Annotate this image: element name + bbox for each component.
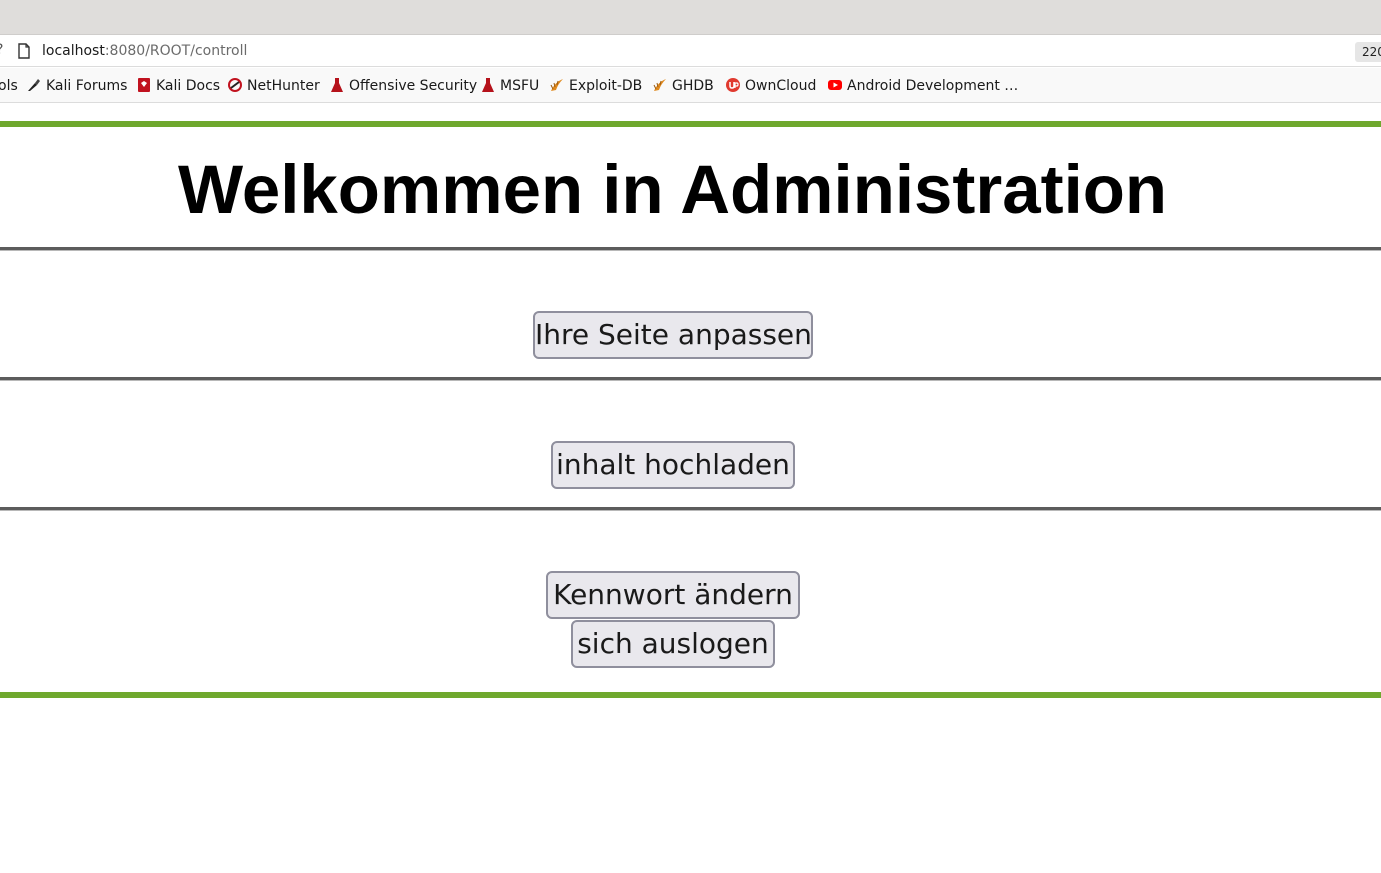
top-accent-line [0,121,1381,127]
bookmark-label: OwnCloud [745,78,817,94]
bookmark-label: Kali Forums [46,78,128,94]
youtube-icon [828,80,842,90]
page-icon[interactable] [17,43,31,59]
zoom-indicator[interactable]: 220 [1355,42,1381,62]
change-password-button[interactable]: Kennwort ändern [546,571,800,619]
nethunter-icon [228,78,242,92]
bookmark-exploit-db[interactable]: Exploit-DB [550,77,642,95]
msfu-icon [482,78,494,92]
browser-tab-strip [0,0,1381,35]
bottom-accent-line [0,692,1381,698]
kali-dragon-icon [28,79,40,91]
owncloud-icon [726,78,740,92]
section-divider [0,247,1381,251]
section-divider [0,377,1381,381]
section-divider [0,507,1381,511]
url-text[interactable]: localhost:8080/ROOT/controll [42,42,247,60]
logout-button[interactable]: sich auslogen [571,620,775,668]
bookmark-label: MSFU [500,78,540,94]
bookmark-android-development[interactable]: Android Development … [828,77,1018,95]
bookmark-offensive-security[interactable]: Offensive Security [330,77,477,95]
bookmark-label: Exploit-DB [569,78,643,94]
bookmark-label: GHDB [672,78,714,94]
upload-content-button[interactable]: inhalt hochladen [551,441,795,489]
url-path: :8080/ROOT/controll [104,43,248,59]
bookmark-label: ols [0,78,18,94]
bookmark-ghdb[interactable]: GHDB [653,77,714,95]
url-host: localhost [42,43,105,59]
bookmark-label: Offensive Security [349,78,478,94]
bookmark-label: Kali Docs [156,78,221,94]
exploit-db-icon [550,79,563,91]
customize-page-button[interactable]: Ihre Seite anpassen [533,311,813,359]
offsec-icon [331,78,343,92]
bookmark-label: Android Development … [847,78,1019,94]
bookmark-owncloud[interactable]: OwnCloud [726,77,816,95]
kali-docs-icon [138,78,150,92]
bookmark-tools[interactable]: ols [0,77,18,95]
bookmark-msfu[interactable]: MSFU [481,77,539,95]
bookmark-kali-docs[interactable]: Kali Docs [137,77,220,95]
ghdb-icon [653,79,666,91]
bookmark-label: NetHunter [247,78,320,94]
bookmark-nethunter[interactable]: NetHunter [228,77,320,95]
browser-address-bar[interactable]: ? localhost:8080/ROOT/controll 220 [0,35,1381,67]
page-title: Welkommen in Administration [177,151,1168,228]
bookmark-kali-forums[interactable]: Kali Forums [27,77,127,95]
bookmarks-toolbar: ols Kali Forums Kali Docs NetHunter Offe… [0,68,1381,103]
nav-button-edge[interactable]: ? [0,42,3,58]
